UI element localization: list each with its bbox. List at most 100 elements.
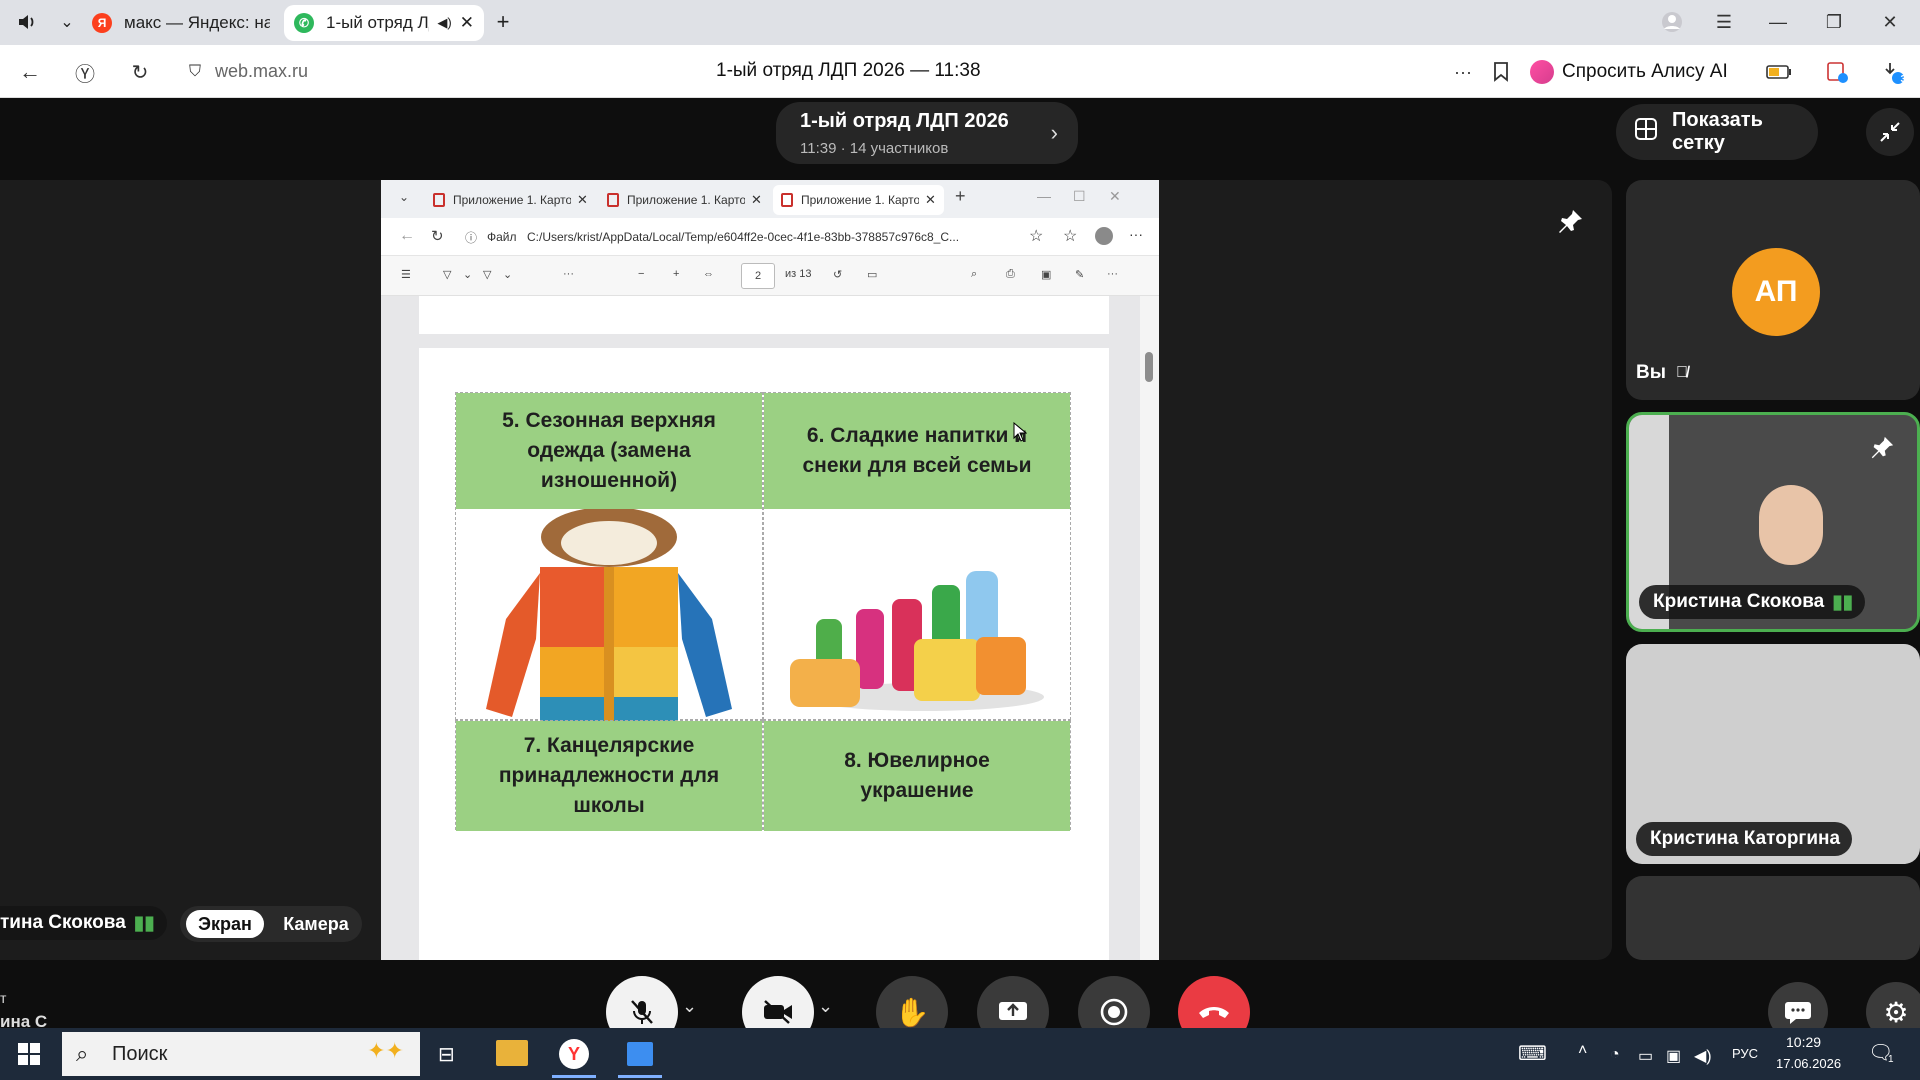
more-icon[interactable]: ··· <box>1129 226 1143 242</box>
ask-alice-button[interactable]: Спросить Алису AI <box>1530 57 1728 87</box>
close-tab-icon[interactable]: ✕ <box>751 192 762 208</box>
app-taskbar-item[interactable] <box>618 1034 662 1078</box>
reload-icon[interactable]: ↻ <box>125 57 155 87</box>
speaker-icon: ◀) <box>437 15 452 30</box>
tab-actions-icon[interactable]: ⌄ <box>399 190 409 204</box>
highlight-icon[interactable]: ▽ <box>443 268 451 281</box>
pdf-tab-active[interactable]: Приложение 1. Карто ✕ <box>773 185 944 215</box>
tab-list-chevron-icon[interactable]: ⌄ <box>52 8 82 36</box>
battery-icon[interactable]: ▭ <box>1638 1046 1653 1066</box>
camera-tab[interactable]: Камера <box>276 910 356 938</box>
more-icon[interactable]: ··· <box>1107 268 1118 280</box>
call-header[interactable]: 1-ый отряд ЛДП 2026 11:39 · 14 участнико… <box>776 102 1078 164</box>
pdf-viewer[interactable]: 5. Сезонная верхняя одежда (замена изнош… <box>381 296 1159 960</box>
print-icon[interactable]: ⎙ <box>1006 268 1015 281</box>
close-tab-icon[interactable]: ✕ <box>460 13 474 33</box>
collapse-icon[interactable] <box>1866 108 1914 156</box>
pdf-tab[interactable]: Приложение 1. Карто ✕ <box>425 185 596 215</box>
show-grid-button[interactable]: Показать сетку <box>1616 104 1818 160</box>
downloads-badge: 3 <box>1900 74 1906 85</box>
clock-date[interactable]: 17.06.2026 <box>1776 1056 1841 1071</box>
pin-icon[interactable] <box>1556 208 1584 241</box>
fit-page-icon[interactable]: ⇔ <box>703 268 714 280</box>
save-as-icon[interactable]: ✎ <box>1075 268 1084 281</box>
url-field[interactable]: web.max.ru <box>215 61 308 82</box>
search-icon[interactable]: ⌕ <box>971 268 977 281</box>
participant-tile-self[interactable]: АП Вы 🎙̸ <box>1626 180 1920 400</box>
profile-avatar[interactable] <box>1095 227 1113 245</box>
battery-icon[interactable] <box>1764 57 1794 87</box>
info-icon[interactable]: ⓘ <box>465 229 477 246</box>
task-view-icon[interactable]: ⊟ <box>438 1042 455 1067</box>
more-tools-icon[interactable]: ··· <box>563 268 574 280</box>
shared-screen: ⌄ Приложение 1. Карто ✕ Приложение 1. Ка… <box>381 180 1159 960</box>
zoom-out-icon[interactable]: − <box>638 268 644 280</box>
page-number-input[interactable]: 2 <box>741 263 775 289</box>
close-window-button[interactable]: ✕ <box>1109 188 1121 205</box>
tab-audio-icon[interactable] <box>12 8 42 36</box>
reload-icon[interactable]: ↻ <box>431 227 444 245</box>
camera-options-chevron-icon[interactable]: ⌄ <box>818 996 833 1017</box>
participant-tile-kristina-k[interactable]: Кристина Каторгина <box>1626 644 1920 864</box>
profile-icon[interactable] <box>1652 8 1692 36</box>
keyboard-icon[interactable]: ⌨ <box>1518 1041 1547 1066</box>
close-window-button[interactable]: ✕ <box>1870 8 1910 36</box>
pdf-tab[interactable]: Приложение 1. Карто ✕ <box>599 185 770 215</box>
contents-icon[interactable]: ☰ <box>401 268 411 281</box>
close-tab-icon[interactable]: ✕ <box>925 192 936 208</box>
extension-icon[interactable] <box>1822 57 1852 87</box>
pdf-scrollbar[interactable] <box>1140 296 1159 960</box>
card-5: 5. Сезонная верхняя одежда (замена изнош… <box>455 392 763 743</box>
minimize-button[interactable]: — <box>1758 8 1798 36</box>
wifi-icon[interactable]: ◔ <box>1610 1046 1620 1064</box>
participant-tile[interactable] <box>1626 876 1920 960</box>
pin-icon[interactable] <box>1869 435 1895 466</box>
browser-tab-search[interactable]: Я макс — Яндекс: нашлось <box>82 5 280 41</box>
zoom-in-icon[interactable]: + <box>673 268 679 280</box>
show-hidden-icons-chevron-icon[interactable]: ˄ <box>1578 1042 1587 1060</box>
participant-name-tag: Кристина Скокова ▮▮ <box>1639 585 1866 619</box>
pdf-tab-title: Приложение 1. Карто <box>453 193 571 207</box>
mic-options-chevron-icon[interactable]: ⌄ <box>682 996 697 1017</box>
bookmark-icon[interactable] <box>1486 57 1516 87</box>
screen-tab[interactable]: Экран <box>186 910 264 938</box>
back-icon[interactable]: ← <box>399 227 415 245</box>
chevron-down-icon[interactable]: ⌄ <box>503 268 512 281</box>
page-view-icon[interactable]: ▭ <box>867 268 877 281</box>
windows-start-icon[interactable] <box>18 1043 40 1070</box>
clock-time[interactable]: 10:29 <box>1786 1034 1821 1050</box>
taskbar-search[interactable]: ⌕ Поиск ✦✦ <box>62 1032 420 1076</box>
rotate-icon[interactable]: ↺ <box>833 268 842 281</box>
app-icon <box>627 1042 653 1066</box>
favorite-star-icon[interactable]: ☆ <box>1029 226 1043 246</box>
ask-alice-label: Спросить Алису AI <box>1562 61 1728 82</box>
device-icon[interactable]: ▣ <box>1666 1046 1681 1066</box>
volume-icon[interactable]: ◀) <box>1694 1046 1712 1066</box>
file-explorer-icon[interactable] <box>496 1040 528 1066</box>
save-icon[interactable]: ▣ <box>1041 268 1051 281</box>
back-icon[interactable]: ← <box>15 57 45 87</box>
chevron-down-icon[interactable]: ⌄ <box>463 268 472 281</box>
yandex-logo-icon[interactable]: Ⓨ <box>70 57 100 87</box>
yandex-browser-taskbar-item[interactable]: Y <box>552 1034 596 1078</box>
draw-icon[interactable]: ▽ <box>483 268 491 281</box>
hand-icon: ✋ <box>894 996 930 1028</box>
shield-icon[interactable]: ⛉ <box>180 57 210 87</box>
new-tab-button[interactable]: + <box>955 186 966 207</box>
restore-button[interactable]: ❐ <box>1814 8 1854 36</box>
participant-tile-kristina-s[interactable]: Кристина Скокова ▮▮ <box>1626 412 1920 632</box>
browser-tab-call[interactable]: ✆ 1-ый отряд ЛДП 202 ◀) ✕ <box>284 5 484 41</box>
restore-button[interactable]: ☐ <box>1073 188 1086 205</box>
favorites-icon[interactable]: ☆ <box>1063 226 1077 246</box>
file-label: Файл <box>487 230 517 244</box>
language-indicator[interactable]: РУС <box>1732 1046 1758 1061</box>
close-tab-icon[interactable]: ✕ <box>577 192 588 208</box>
downloads-icon[interactable]: 3 <box>1878 57 1908 87</box>
menu-icon[interactable]: ☰ <box>1704 8 1744 36</box>
scrollbar-thumb[interactable] <box>1145 352 1153 382</box>
file-path[interactable]: C:/Users/krist/AppData/Local/Temp/e604ff… <box>527 230 977 244</box>
mic-off-icon: 🎙̸ <box>1675 364 1688 381</box>
minimize-button[interactable]: — <box>1037 188 1051 204</box>
more-icon[interactable]: ··· <box>1448 57 1478 87</box>
new-tab-button[interactable]: + <box>488 8 518 36</box>
